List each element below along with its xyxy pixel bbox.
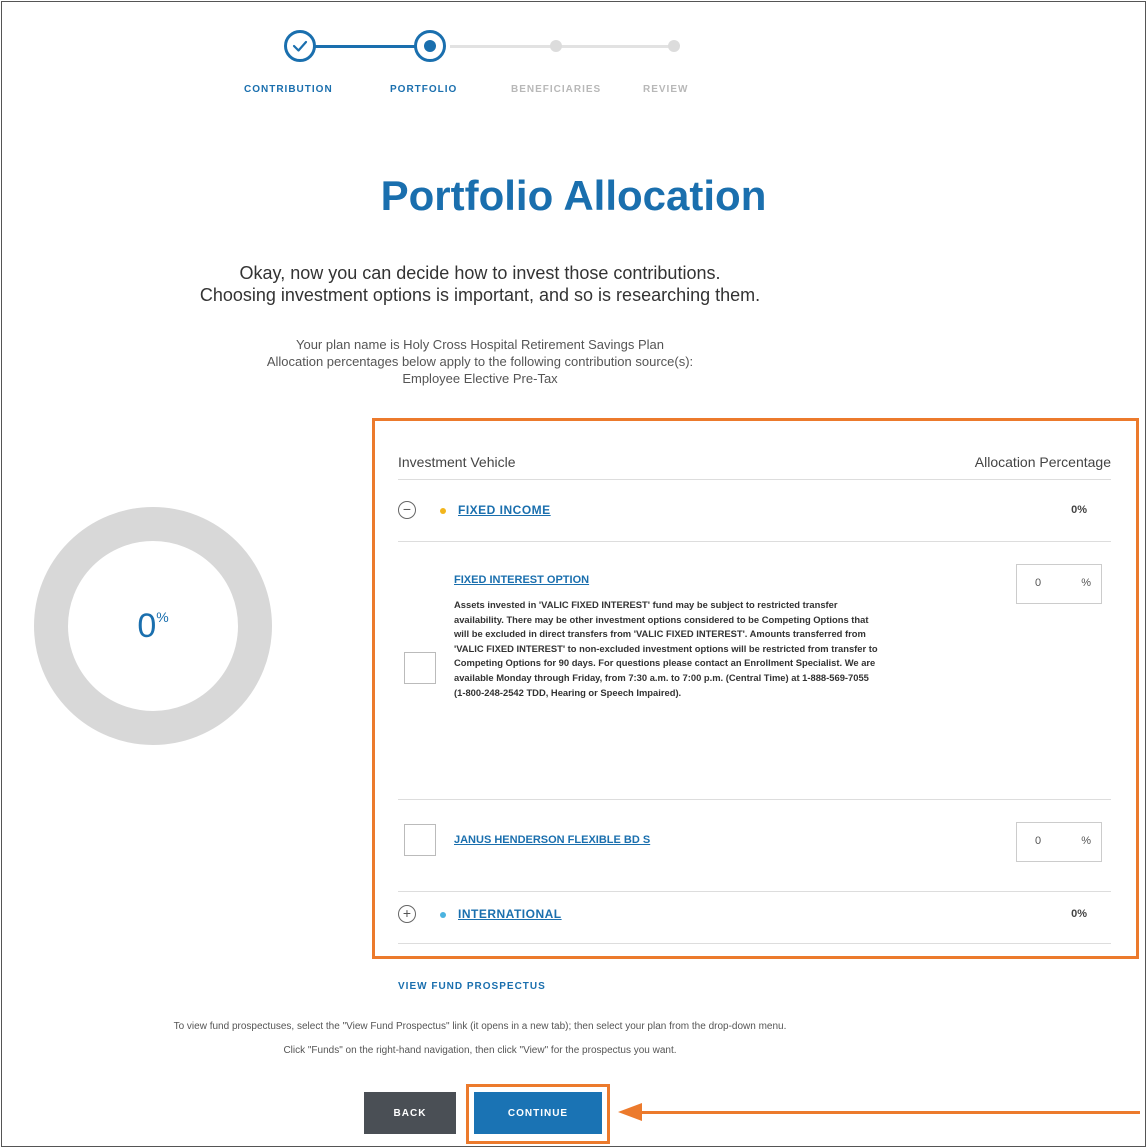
fixed-interest-link[interactable]: FIXED INTEREST OPTION bbox=[454, 574, 589, 586]
arrow-head-icon bbox=[618, 1103, 642, 1121]
fixed-interest-description: Assets invested in 'VALIC FIXED INTEREST… bbox=[454, 599, 878, 698]
instructions-line-2: Click "Funds" on the right-hand navigati… bbox=[283, 1045, 677, 1056]
plan-name-line: Your plan name is Holy Cross Hospital Re… bbox=[295, 337, 665, 352]
expand-plus-icon[interactable]: + bbox=[398, 905, 416, 923]
janus-henderson-input-value[interactable]: 0 bbox=[1035, 835, 1041, 847]
step-label-portfolio[interactable]: PORTFOLIO bbox=[390, 84, 457, 95]
stepper-line-complete bbox=[300, 45, 420, 48]
collapse-minus-icon[interactable]: − bbox=[398, 501, 416, 519]
category-row-international: + INTERNATIONAL 0% bbox=[398, 892, 1111, 944]
continue-button-highlight bbox=[466, 1084, 610, 1144]
fixed-interest-input-value[interactable]: 0 bbox=[1035, 577, 1041, 589]
fixed-interest-percent-input[interactable]: 0 % bbox=[1016, 564, 1102, 604]
step-portfolio-current-icon[interactable] bbox=[414, 30, 446, 62]
instructions-line-1: To view fund prospectuses, select the "V… bbox=[173, 1021, 787, 1032]
column-allocation-percentage: Allocation Percentage bbox=[974, 454, 1111, 470]
column-investment-vehicle: Investment Vehicle bbox=[398, 454, 516, 470]
step-review-dot-icon bbox=[668, 40, 680, 52]
contribution-source: Employee Elective Pre-Tax bbox=[402, 371, 558, 386]
step-label-contribution[interactable]: CONTRIBUTION bbox=[244, 84, 333, 95]
janus-henderson-checkbox[interactable] bbox=[404, 824, 436, 856]
international-link[interactable]: INTERNATIONAL bbox=[458, 907, 562, 921]
step-label-beneficiaries: BENEFICIARIES bbox=[511, 84, 602, 95]
table-header: Investment Vehicle Allocation Percentage bbox=[398, 444, 1111, 480]
fixed-income-percent: 0% bbox=[1071, 504, 1087, 516]
step-beneficiaries-dot-icon bbox=[550, 40, 562, 52]
fixed-interest-input-unit: % bbox=[1081, 577, 1091, 589]
fund-row-janus-henderson: JANUS HENDERSON FLEXIBLE BD S 0 % bbox=[398, 800, 1111, 892]
donut-value-number: 0 bbox=[137, 606, 157, 645]
intro-line-1: Okay, now you can decide how to invest t… bbox=[239, 263, 721, 283]
prospectus-instructions: To view fund prospectuses, select the "V… bbox=[0, 1015, 960, 1063]
progress-stepper: CONTRIBUTION PORTFOLIO BENEFICIARIES REV… bbox=[240, 24, 720, 104]
intro-line-2: Choosing investment options is important… bbox=[199, 285, 761, 305]
donut-value-unit: % bbox=[156, 609, 169, 625]
page-title: Portfolio Allocation bbox=[380, 172, 767, 219]
arrow-line bbox=[640, 1111, 1140, 1114]
fund-row-fixed-interest: FIXED INTEREST OPTION Assets invested in… bbox=[398, 542, 1111, 800]
allocation-donut: 0% bbox=[34, 507, 272, 745]
janus-henderson-link[interactable]: JANUS HENDERSON FLEXIBLE BD S bbox=[454, 834, 650, 846]
fixed-income-link[interactable]: FIXED INCOME bbox=[458, 503, 551, 517]
fixed-income-bullet-icon bbox=[440, 508, 446, 514]
step-contribution-complete-icon[interactable] bbox=[284, 30, 316, 62]
plan-info: Your plan name is Holy Cross Hospital Re… bbox=[0, 336, 960, 387]
janus-henderson-percent-input[interactable]: 0 % bbox=[1016, 822, 1102, 862]
back-button[interactable]: BACK bbox=[364, 1092, 456, 1134]
intro-text: Okay, now you can decide how to invest t… bbox=[0, 262, 960, 306]
step-label-review: REVIEW bbox=[643, 84, 689, 95]
fixed-interest-checkbox[interactable] bbox=[404, 652, 436, 684]
allocation-source-line: Allocation percentages below apply to th… bbox=[266, 354, 694, 369]
international-bullet-icon bbox=[440, 912, 446, 918]
international-percent: 0% bbox=[1071, 908, 1087, 920]
category-row-fixed-income: − FIXED INCOME 0% bbox=[398, 480, 1111, 542]
janus-henderson-input-unit: % bbox=[1081, 835, 1091, 847]
donut-total-value: 0% bbox=[68, 541, 238, 711]
view-fund-prospectus-link[interactable]: VIEW FUND PROSPECTUS bbox=[398, 981, 546, 992]
